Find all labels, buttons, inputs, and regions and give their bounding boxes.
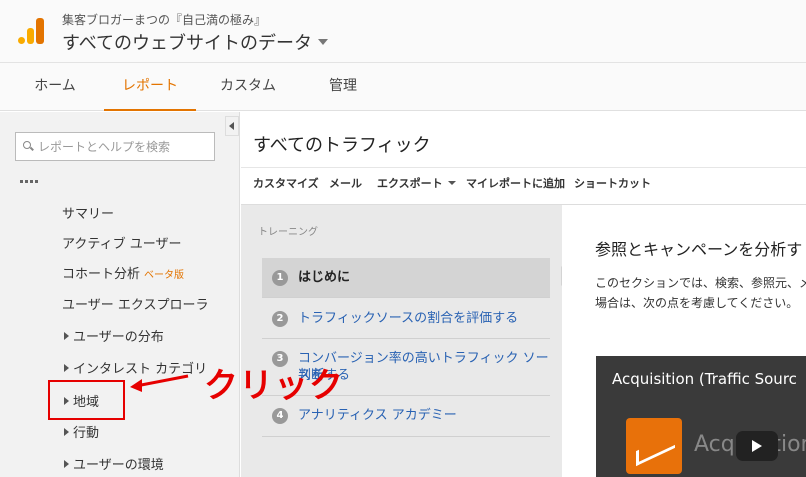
sidebar-item-label: 行動 (73, 426, 100, 441)
step-text: トラフィックソースの割合を評価する (298, 311, 519, 326)
sidebar-item-active-users[interactable]: アクティブ ユーザー (62, 233, 181, 252)
tab-custom[interactable]: カスタム (210, 63, 286, 111)
play-icon[interactable] (736, 431, 778, 461)
page-title: すべてのトラフィック (253, 135, 431, 156)
email-button[interactable]: メール (329, 175, 362, 191)
view-name: すべてのウェブサイトのデータ (62, 33, 313, 54)
collapse-sidebar-icon[interactable] (225, 116, 239, 136)
step-number: 2 (272, 311, 288, 327)
chevron-down-icon (318, 39, 329, 45)
shortcut-button[interactable]: ショートカット (574, 175, 651, 191)
training-step-2[interactable]: 2 トラフィックソースの割合を評価する (262, 298, 550, 339)
sidebar-item-label: コホート分析 (62, 267, 141, 282)
more-dots-icon[interactable] (20, 180, 40, 183)
account-name[interactable]: 集客ブロガーまつの『自己満の極み』 (62, 11, 266, 28)
video-player[interactable]: Acquisition (Traffic Sourc Acquisition (596, 356, 806, 477)
training-step-1[interactable]: 1 はじめに (262, 258, 550, 298)
export-button[interactable]: エクスポート (377, 175, 456, 191)
search-icon (23, 141, 34, 152)
search-box[interactable] (15, 132, 215, 161)
expand-arrow-icon (64, 428, 69, 436)
tab-admin[interactable]: 管理 (310, 63, 376, 111)
view-selector[interactable]: すべてのウェブサイトのデータ (62, 29, 329, 55)
sidebar-item-summary[interactable]: サマリー (62, 203, 114, 222)
highlight-box (48, 380, 125, 420)
tab-home[interactable]: ホーム (20, 63, 90, 111)
training-label: トレーニング (258, 227, 318, 238)
step-number: 4 (272, 408, 288, 424)
step-number: 1 (272, 270, 288, 286)
sidebar-item-label: ユーザーの分布 (73, 330, 164, 345)
tab-reports[interactable]: レポート (104, 63, 196, 111)
app-header: 集客ブロガーまつの『自己満の極み』 すべてのウェブサイトのデータ (0, 0, 806, 63)
analytics-logo-icon[interactable] (18, 18, 44, 44)
sidebar-item-technology[interactable]: ユーザーの環境 (64, 454, 164, 473)
panel-line2: 場合は、次の点を考慮してください。 (595, 296, 799, 310)
expand-arrow-icon (64, 460, 69, 468)
add-to-dashboard-button[interactable]: マイレポートに追加 (466, 175, 565, 191)
panel-description: このセクションでは、検索、参照元、メー 場合は、次の点を考慮してください。 (595, 273, 806, 313)
search-input[interactable] (38, 139, 208, 154)
sidebar-item-label: ユーザーの環境 (73, 458, 164, 473)
main-nav: ホーム レポート カスタム 管理 (0, 63, 806, 111)
sidebar-item-user-explorer[interactable]: ユーザー エクスプローラ (62, 294, 208, 313)
video-title: Acquisition (Traffic Sourc (612, 370, 797, 388)
analytics-logo-icon (626, 418, 682, 474)
step-text: アナリティクス アカデミー (298, 408, 457, 423)
export-label: エクスポート (377, 177, 443, 190)
sidebar-item-behavior[interactable]: 行動 (64, 422, 99, 441)
panel-heading: 参照とキャンペーンを分析す (595, 240, 803, 259)
expand-arrow-icon (64, 364, 69, 372)
expand-arrow-icon (64, 332, 69, 340)
beta-badge: ベータ版 (144, 270, 185, 281)
sidebar-item-demographics[interactable]: ユーザーの分布 (64, 326, 164, 345)
step-text: はじめに (298, 270, 351, 285)
panel-line1: このセクションでは、検索、参照元、メー (595, 276, 806, 290)
chevron-down-icon (447, 181, 456, 185)
red-arrow-icon (130, 374, 189, 392)
annotation-click-text: クリック (204, 366, 344, 406)
customize-button[interactable]: カスタマイズ (253, 175, 319, 191)
sidebar-item-cohort[interactable]: コホート分析 ベータ版 (62, 263, 184, 282)
